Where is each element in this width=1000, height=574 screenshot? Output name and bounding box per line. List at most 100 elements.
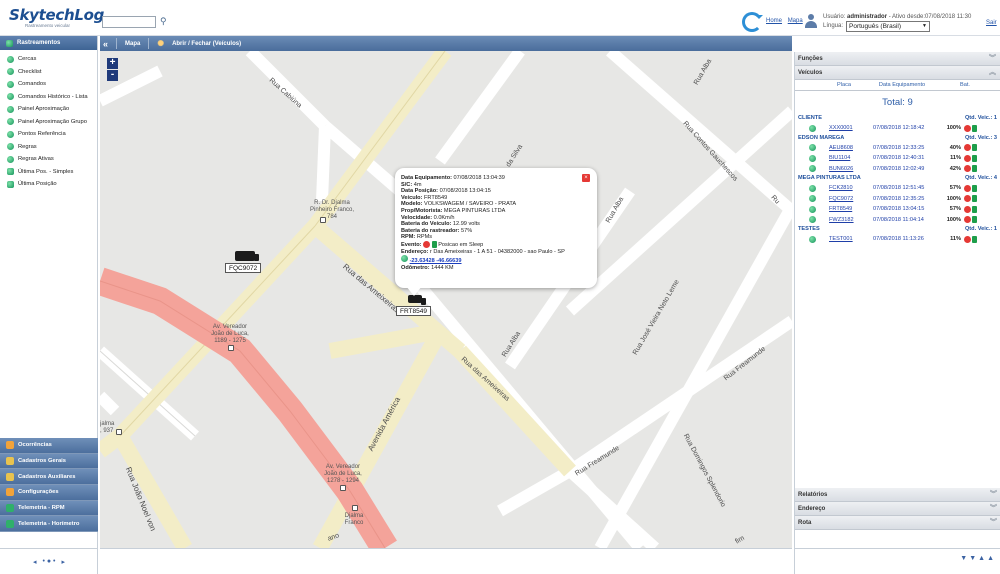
user-status: - Ativo desde:07/08/2018 11:30 [888, 14, 972, 20]
vehicle-group-header[interactable]: MEGA PINTURAS LTDA Qtd. Veic.: 4 [795, 174, 1000, 183]
poi-icon[interactable] [320, 217, 326, 223]
sidebar-section-rastreamentos[interactable]: Rastreamentos [0, 36, 97, 50]
col-plate[interactable]: Placa [829, 82, 859, 88]
popup-row: Data Equipamento: 07/08/2018 13:04:39 [401, 175, 591, 182]
sidebar-module[interactable]: Ocorrências [0, 438, 98, 454]
coordinates-link[interactable]: -23.63428 -46.66639 [410, 258, 462, 264]
menu-item-icon [7, 80, 14, 88]
sidebar-module[interactable]: Telemetria - Horímetro [0, 516, 98, 533]
vehicle-plate-link[interactable]: AEU8608 [829, 145, 873, 151]
vehicle-status-icon [808, 184, 816, 192]
vehicle-row[interactable]: TEST001 07/08/2018 11:13:26 11% [795, 234, 1000, 245]
sidebar-item[interactable]: Cercas [0, 53, 97, 66]
vehicle-row[interactable]: BUN6026 07/08/2018 12:02:49 42% [795, 164, 1000, 175]
collapse-sidebar-icon[interactable]: « [103, 39, 108, 49]
vehicle-plate-link[interactable]: FCK2810 [829, 185, 873, 191]
popup-value: FRT8549 [424, 194, 448, 201]
vehicle-row[interactable]: FRT8549 07/08/2018 13:04:15 57% [795, 204, 1000, 215]
col-battery[interactable]: Bat. [945, 82, 985, 88]
search-icon[interactable]: ⚲ [160, 16, 170, 26]
pager-next-icon[interactable]: ▸ [62, 558, 66, 566]
sidebar-item[interactable]: Painel Aproximação [0, 103, 97, 116]
panel-section[interactable]: Rota ︾ [795, 516, 1000, 530]
sidebar-item[interactable]: Painel Aproximação Grupo [0, 116, 97, 129]
panel-section-label: Rota [798, 520, 812, 526]
gear-icon[interactable]: ✺ [157, 39, 164, 48]
map-tab[interactable]: Mapa [125, 41, 140, 47]
panel-section[interactable]: Relatórios ︾ [795, 488, 1000, 502]
poi-icon[interactable] [116, 429, 122, 435]
toggle-vehicles-button[interactable]: Abrir / Fechar (Veículos) [172, 41, 241, 47]
chevron-icon[interactable]: ︾ [990, 502, 997, 516]
vehicle-marker[interactable] [235, 251, 259, 261]
sidebar-item[interactable]: Regras [0, 141, 97, 154]
vehicle-marker[interactable] [408, 295, 426, 305]
vehicle-plate-label[interactable]: FQC9072 [225, 263, 262, 273]
vehicle-plate-link[interactable]: XXX0001 [829, 125, 873, 131]
sidebar-pager[interactable]: ◂ • ● • ▸ [0, 548, 98, 574]
vehicle-battery: 11% [950, 155, 961, 162]
map-link[interactable]: Mapa [788, 18, 803, 24]
zoom-in-button[interactable]: + [107, 58, 118, 69]
module-icon [6, 488, 14, 497]
vehicle-row[interactable]: FCK2810 07/08/2018 12:51:45 57% [795, 183, 1000, 194]
panel-footer-icons[interactable]: ▼▼▲▲ [960, 555, 996, 562]
panel-section[interactable]: Endereço ︾ [795, 502, 1000, 516]
vehicles-section[interactable]: Veículos ︽ [795, 66, 1000, 80]
collapse-panel-icon[interactable]: ︽ [990, 38, 998, 49]
sidebar-item[interactable]: Pontos Referência [0, 128, 97, 141]
poi-icon[interactable] [352, 505, 358, 511]
functions-section[interactable]: Funções ︾ [795, 52, 1000, 66]
vehicle-row[interactable]: FWZ3182 07/08/2018 11:04:14 100% [795, 215, 1000, 226]
sidebar-module-label: Configurações [18, 489, 59, 496]
col-date[interactable]: Data Equipamento [859, 82, 945, 88]
sidebar-item[interactable]: Comandos Histórico - Lista [0, 91, 97, 104]
sidebar-module[interactable]: Cadastros Gerais [0, 453, 98, 470]
sidebar-module[interactable]: Configurações [0, 485, 98, 501]
vehicle-plate-link[interactable]: FRT8549 [829, 206, 873, 212]
sidebar: Rastreamentos Cercas Checklist Comandos Com… [0, 36, 98, 574]
sidebar-item[interactable]: Comandos [0, 78, 97, 91]
chevron-icon[interactable]: ︾ [990, 488, 997, 502]
popup-value: 1444 KM [431, 264, 454, 271]
chevron-icon[interactable]: ︾ [989, 52, 996, 66]
vehicle-plate-label[interactable]: FRT8549 [396, 306, 431, 316]
chevron-icon[interactable]: ︽ [989, 66, 996, 80]
search-input[interactable] [102, 16, 156, 28]
close-icon[interactable]: × [582, 174, 590, 182]
chevron-icon[interactable]: ︾ [990, 516, 997, 530]
vehicle-group-header[interactable]: TESTES Qtd. Veic.: 1 [795, 225, 1000, 234]
poi-icon[interactable] [340, 485, 346, 491]
sidebar-item[interactable]: Checklist [0, 66, 97, 79]
vehicle-row[interactable]: AEU8608 07/08/2018 12:33:25 40% [795, 143, 1000, 154]
home-link[interactable]: Home [766, 18, 782, 24]
zoom-out-button[interactable]: - [107, 70, 118, 81]
sidebar-item[interactable]: Última Pos. - Simples [0, 166, 97, 179]
vehicle-plate-link[interactable]: BIU1104 [829, 155, 873, 161]
poi-icon[interactable] [228, 345, 234, 351]
sidebar-module[interactable]: Cadastros Auxiliares [0, 469, 98, 486]
logout-link[interactable]: Sair [986, 20, 997, 26]
popup-key: Bateria do Veículo: [401, 221, 452, 228]
vehicle-plate-link[interactable]: BUN6026 [829, 166, 873, 172]
language-select[interactable]: Português (Brasil) [846, 21, 930, 32]
sidebar-item[interactable]: Regras Ativas [0, 153, 97, 166]
refresh-icon[interactable] [742, 12, 763, 32]
vehicle-plate-link[interactable]: FWZ3182 [829, 217, 873, 223]
sidebar-item[interactable]: Última Posição [0, 178, 97, 191]
vehicle-row[interactable]: XXX0001 07/08/2018 12:18:42 100% [795, 123, 1000, 134]
popup-row: Prop/Motorista: MEGA PINTURAS LTDA [401, 208, 591, 215]
vehicle-group-header[interactable]: CLIENTE Qtd. Veic.: 1 [795, 114, 1000, 123]
sidebar-module-label: Telemetria - RPM [18, 505, 65, 512]
vehicle-row[interactable]: BIU1104 07/08/2018 12:40:31 11% [795, 153, 1000, 164]
vehicle-plate-link[interactable]: TEST001 [829, 236, 873, 242]
vehicle-row[interactable]: FQC9072 07/08/2018 12:35:25 100% [795, 194, 1000, 205]
vehicle-groups: CLIENTE Qtd. Veic.: 1 XXX0001 07/08/2018 12… [795, 114, 1000, 245]
app-logo[interactable]: SkytechLog Rastreamento veicular [9, 6, 104, 28]
sidebar-module[interactable]: Telemetria - RPM [0, 500, 98, 517]
pager-prev-icon[interactable]: ◂ [33, 558, 37, 566]
toolbar-divider [116, 38, 118, 49]
map-view[interactable]: + - Rua Cabiúna Rua Alba Rua Contos Gauc… [100, 51, 792, 548]
vehicle-plate-link[interactable]: FQC9072 [829, 196, 873, 202]
vehicle-group-header[interactable]: EDSON MAREGA Qtd. Veic.: 3 [795, 134, 1000, 143]
